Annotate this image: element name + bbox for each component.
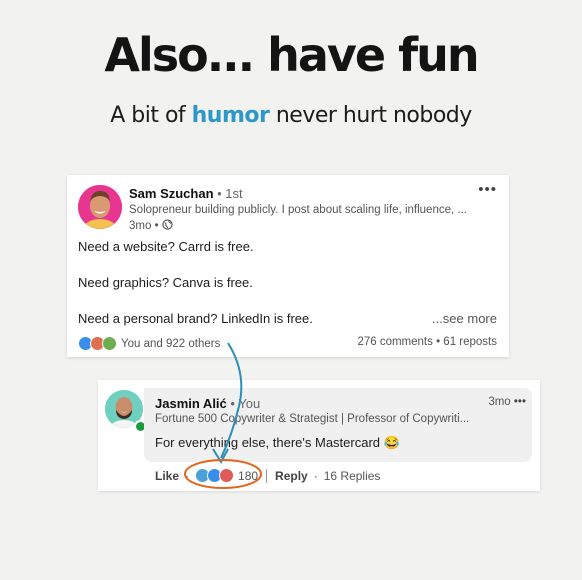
post-text-line-1: Need a website? Carrd is free. (78, 239, 254, 254)
post-card: Sam Szuchan • 1st Solopreneur building p… (67, 175, 509, 357)
subtitle-accent: humor (191, 103, 270, 128)
divider (266, 468, 268, 483)
post-time-text: 3mo • (129, 220, 159, 232)
post-text-line-2: Need graphics? Canva is free. (78, 275, 253, 290)
post-menu-button[interactable]: ••• (478, 181, 497, 198)
comment-actions: Like · 180 Reply · 16 Replies (155, 468, 380, 483)
post-stats[interactable]: 276 comments • 61 reposts (357, 336, 497, 348)
commenter-tag: • You (226, 396, 261, 411)
replies-count[interactable]: 16 Replies (324, 469, 381, 483)
globe-icon (162, 219, 173, 230)
support-reaction-icon (102, 336, 117, 351)
author-name[interactable]: Sam Szuchan (129, 186, 214, 201)
page-subtitle: A bit of humor never hurt nobody (0, 103, 582, 128)
separator: · (185, 468, 190, 483)
reply-button[interactable]: Reply (275, 469, 308, 483)
see-more-link[interactable]: ...see more (432, 311, 497, 326)
author-headline: Solopreneur building publicly. I post ab… (129, 204, 467, 216)
subtitle-suffix: never hurt nobody (269, 103, 472, 128)
post-reactions[interactable]: You and 922 others (78, 336, 220, 351)
commenter-name[interactable]: Jasmin Alić (155, 396, 227, 411)
post-author[interactable]: Sam Szuchan • 1st (129, 186, 243, 201)
separator: · (313, 468, 318, 483)
connection-degree: • 1st (213, 186, 243, 201)
subtitle-prefix: A bit of (110, 103, 192, 128)
comment-card: Jasmin Alić • You 3mo ••• Fortune 500 Co… (98, 380, 540, 491)
like-button[interactable]: Like (155, 469, 179, 483)
comment-menu-button[interactable]: ••• (514, 396, 526, 408)
post-text-line-3: Need a personal brand? LinkedIn is free. (78, 311, 313, 326)
avatar-portrait-icon (78, 185, 122, 229)
love-reaction-icon (219, 468, 235, 483)
comment-meta: 3mo ••• (488, 396, 526, 408)
reactions-count: You and 922 others (121, 337, 221, 350)
author-avatar[interactable] (78, 185, 122, 229)
page-title: Also... have fun (104, 28, 479, 82)
comment-time: 3mo (488, 396, 511, 408)
commenter[interactable]: Jasmin Alić • You (155, 396, 260, 411)
comment-bubble: Jasmin Alić • You 3mo ••• Fortune 500 Co… (144, 388, 532, 462)
post-time: 3mo • (129, 219, 173, 232)
commenter-headline: Fortune 500 Copywriter & Strategist | Pr… (155, 413, 470, 425)
comment-reaction-count[interactable]: 180 (238, 469, 258, 483)
comment-text: For everything else, there's Mastercard … (155, 435, 400, 450)
